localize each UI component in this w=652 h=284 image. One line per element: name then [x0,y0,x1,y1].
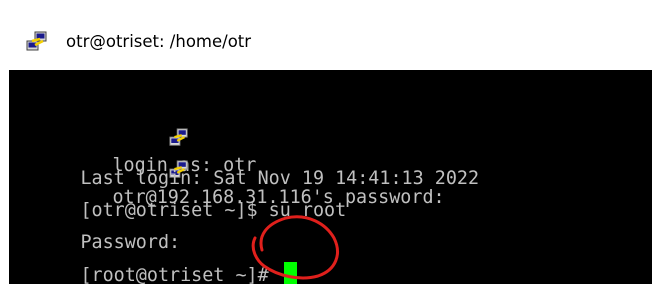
terminal-prompt-line: [root@otriset ~]# [14,236,297,284]
terminal-line: Last login: Sat Nov 19 14:41:13 2022 [14,140,479,189]
putty-window: otr@otriset: /home/otr login as: otr otr… [0,0,652,284]
title-bar[interactable]: otr@otriset: /home/otr [0,0,652,70]
terminal-line: [otr@otriset ~]$ su root [14,172,346,221]
terminal-line: Password: [14,204,180,253]
putty-icon [26,31,48,53]
terminal-line: otr@192.168.31.116's password: [14,108,445,208]
terminal-prompt: [root@otriset ~]# [80,265,280,284]
text-cursor [283,262,297,284]
window-title: otr@otriset: /home/otr [66,32,252,51]
terminal-line: login as: otr [14,76,256,176]
terminal-output[interactable]: login as: otr otr@192.168.31.116's passw… [9,70,652,284]
